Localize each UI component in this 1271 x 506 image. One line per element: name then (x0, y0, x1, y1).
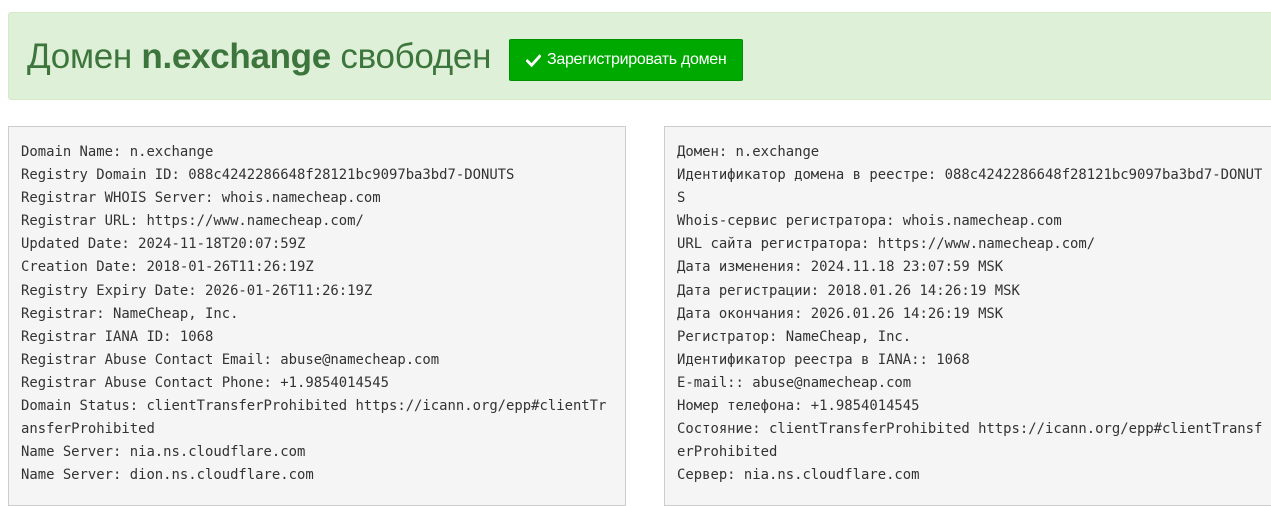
checkmark-icon (526, 53, 541, 67)
whois-raw-line: Registrar Abuse Contact Phone: +1.985401… (21, 374, 389, 391)
whois-raw-line: Domain Name: n.exchange (21, 144, 214, 160)
whois-raw-line: Registrar: NameCheap, Inc. (21, 305, 239, 322)
banner-title-prefix: Домен (27, 37, 132, 76)
whois-translated-line: URL сайта регистратора: https://www.name… (677, 236, 1096, 253)
whois-raw-line: Registrar IANA ID: 1068 (21, 328, 214, 345)
banner-title: Домен n.exchange свободен (27, 37, 491, 77)
whois-translated-line: Идентификатор реестра в IANA:: 1068 (677, 351, 970, 368)
whois-translated-line: E-mail:: abuse@namecheap.com (677, 374, 912, 391)
whois-translated-panel: Домен: n.exchange Идентификатор домена в … (664, 126, 1271, 506)
whois-translated-line: Сервер: nia.ns.cloudflare.com (677, 467, 920, 484)
whois-raw-line: Registry Domain ID: 088c4242286648f28121… (21, 167, 515, 184)
whois-raw-panel: Domain Name: n.exchange Registry Domain I… (8, 126, 626, 506)
whois-translated-text: Домен: n.exchange Идентификатор домена в … (665, 127, 1269, 487)
whois-translated-line: Whois-сервис регистратора: whois.nameche… (677, 213, 1062, 230)
banner-title-suffix: свободен (340, 37, 492, 76)
whois-translated-line: Дата окончания: 2026.01.26 14:26:19 MSK (677, 305, 1004, 322)
whois-raw-line: Registry Expiry Date: 2026-01-26T11:26:1… (21, 282, 373, 299)
whois-raw-text: Domain Name: n.exchange Registry Domain I… (9, 127, 613, 487)
whois-raw-line: Updated Date: 2024-11-18T20:07:59Z (21, 236, 306, 253)
whois-raw-line: Registrar Abuse Contact Email: abuse@nam… (21, 351, 440, 368)
whois-raw-line: Domain Status: clientTransferProhibited … (21, 398, 607, 438)
whois-translated-line: Дата регистрации: 2018.01.26 14:26:19 MS… (677, 282, 1020, 299)
whois-translated-line: Регистратор: NameCheap, Inc. (677, 328, 912, 345)
register-domain-button[interactable]: Зарегистрировать домен (509, 39, 744, 81)
register-domain-button-label: Зарегистрировать домен (547, 51, 727, 68)
whois-translated-line: Домен: n.exchange (677, 144, 820, 160)
whois-raw-line: Registrar WHOIS Server: whois.namecheap.… (21, 190, 381, 207)
whois-raw-line: Registrar URL: https://www.namecheap.com… (21, 213, 364, 230)
whois-raw-line: Name Server: nia.ns.cloudflare.com (21, 444, 306, 461)
whois-translated-line: Состояние: clientTransferProhibited http… (677, 421, 1263, 461)
whois-raw-line: Name Server: dion.ns.cloudflare.com (21, 467, 314, 484)
whois-translated-line: Идентификатор домена в реестре: 088c4242… (677, 167, 1263, 207)
whois-raw-line: Creation Date: 2018-01-26T11:26:19Z (21, 259, 314, 276)
domain-available-banner: Домен n.exchange свободен Зарегистрирова… (8, 12, 1271, 100)
whois-translated-line: Дата изменения: 2024.11.18 23:07:59 MSK (677, 259, 1004, 276)
whois-translated-line: Номер телефона: +1.9854014545 (677, 398, 920, 415)
banner-domain-name: n.exchange (141, 37, 331, 76)
